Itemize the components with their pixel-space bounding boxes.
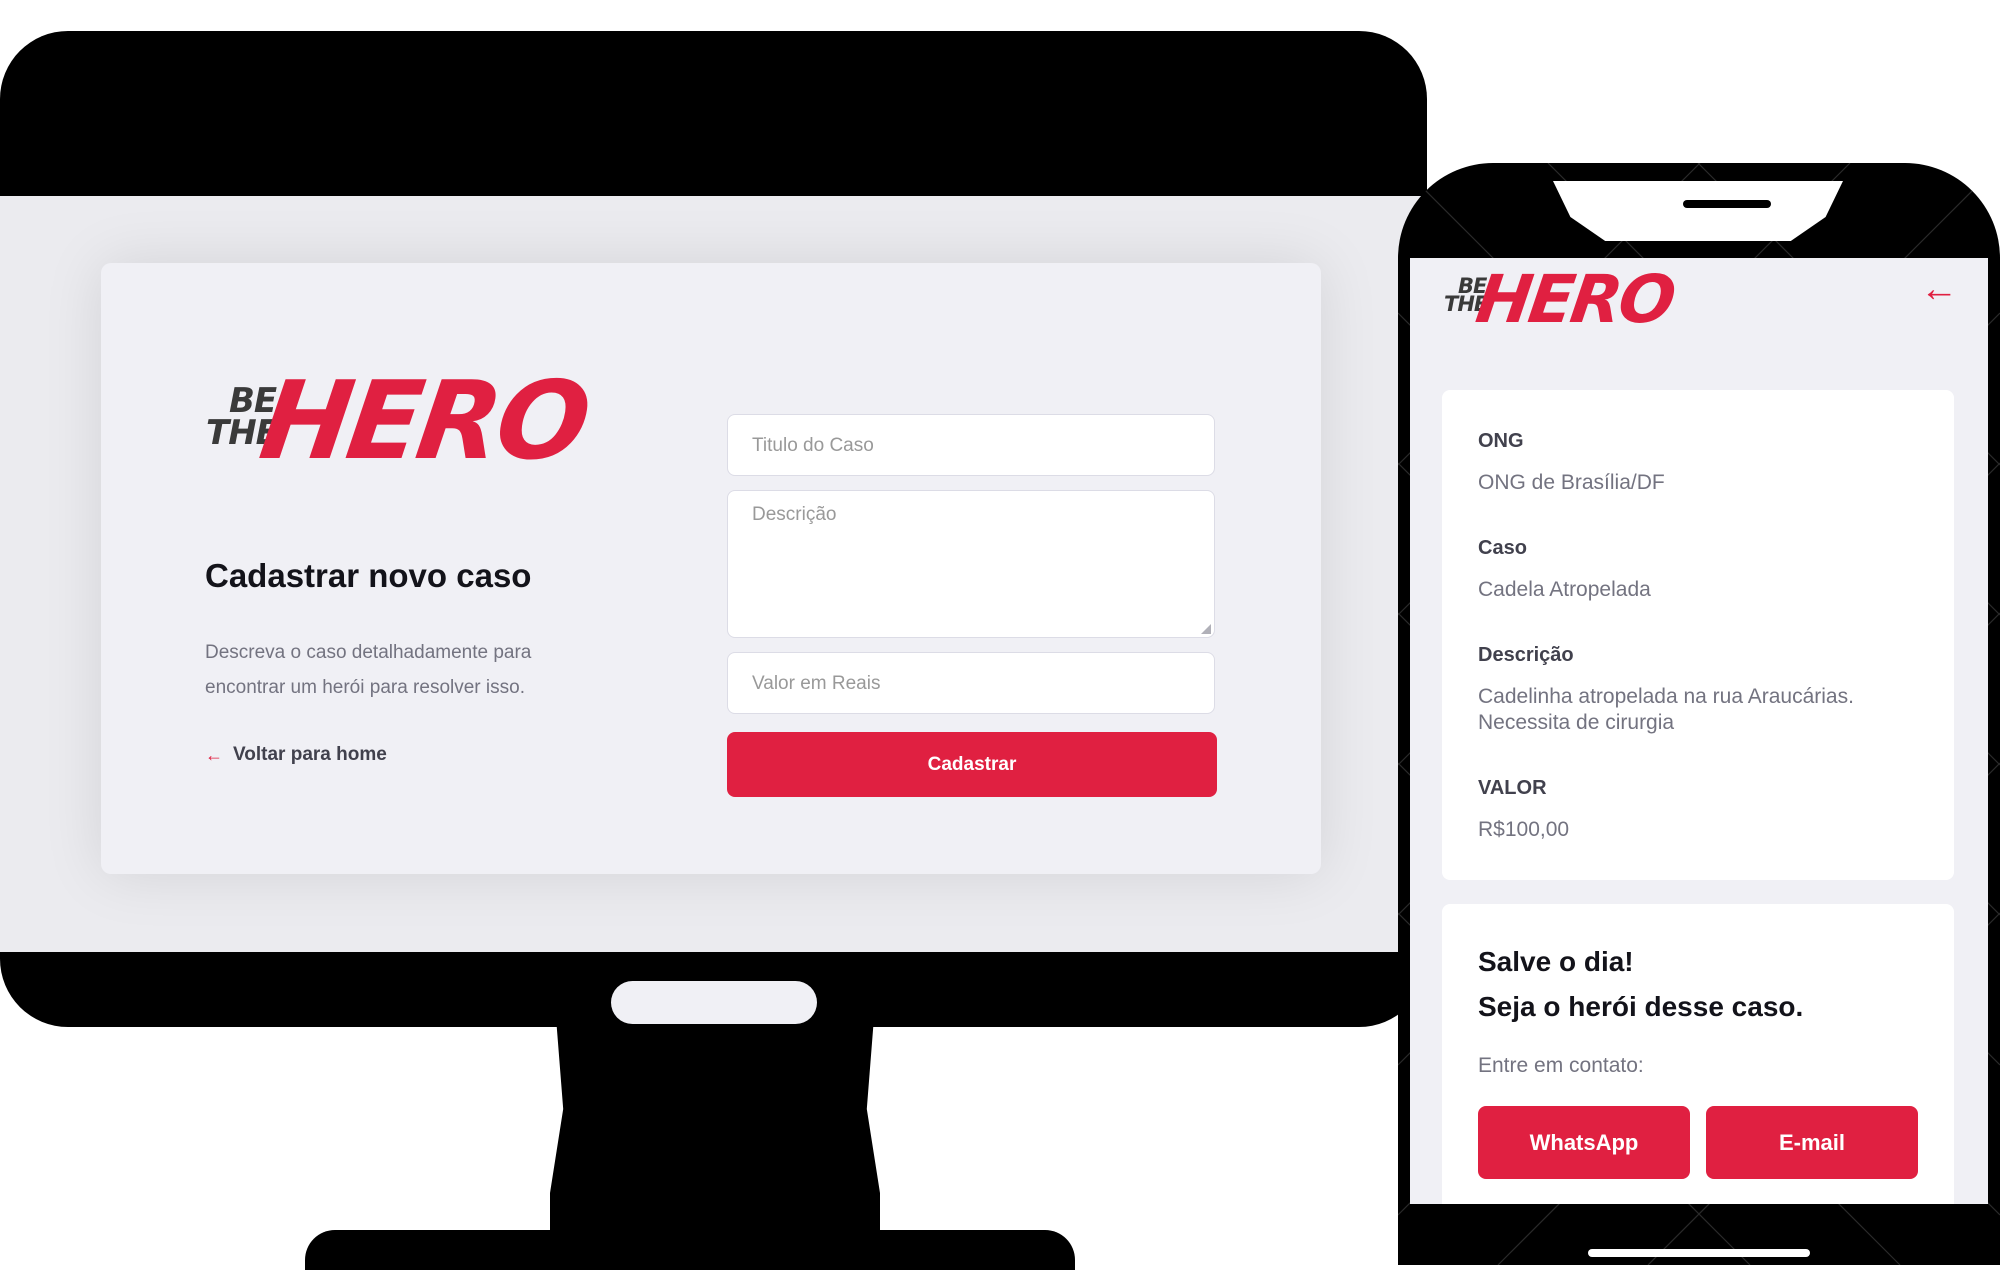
whatsapp-button[interactable]: WhatsApp — [1478, 1106, 1690, 1179]
arrow-left-icon[interactable]: ← — [1920, 268, 1958, 311]
page-description: Descreva o caso detalhadamente para enco… — [205, 642, 532, 698]
monitor-power-button — [611, 981, 817, 1024]
contact-card: Salve o dia! Seja o herói desse caso. En… — [1442, 904, 1954, 1204]
arrow-left-icon: ← — [205, 744, 223, 765]
email-button[interactable]: E-mail — [1706, 1106, 1918, 1179]
description-label: Descrição — [1478, 644, 1574, 666]
case-details-card: ONG ONG de Brasília/DF Caso Cadela Atrop… — [1442, 390, 1954, 880]
case-value-input[interactable]: Valor em Reais — [727, 652, 1215, 714]
case-label: Caso — [1478, 537, 1527, 559]
logo-hero-text: HERO — [253, 359, 594, 484]
phone-speaker — [1683, 200, 1771, 208]
contact-prompt: Entre em contato: — [1478, 1054, 1644, 1077]
phone-notch — [1553, 181, 1843, 241]
monitor-frame: BE THE HERO Cadastrar novo caso Descreva… — [0, 31, 1427, 1027]
back-to-home-link[interactable]: ← Voltar para home — [205, 744, 387, 766]
new-case-card: BE THE HERO Cadastrar novo caso Descreva… — [101, 263, 1321, 874]
submit-case-button[interactable]: Cadastrar — [727, 732, 1217, 797]
contact-headline-1: Salve o dia! — [1478, 946, 1634, 977]
value-label: VALOR — [1478, 777, 1547, 799]
phone: BE THE HERO ← ONG ONG de Brasília/DF Cas… — [1398, 163, 2000, 1265]
be-the-hero-logo: BE THE HERO — [1442, 261, 1678, 338]
back-to-home-label: Voltar para home — [233, 744, 387, 765]
phone-home-indicator — [1588, 1249, 1810, 1257]
be-the-hero-logo: BE THE HERO — [204, 359, 594, 484]
logo-hero-text: HERO — [1471, 261, 1678, 338]
case-value: Cadela Atropelada — [1478, 578, 1651, 601]
monitor-screen: BE THE HERO Cadastrar novo caso Descreva… — [0, 196, 1427, 952]
phone-screen: BE THE HERO ← ONG ONG de Brasília/DF Cas… — [1410, 258, 1988, 1204]
contact-headline-2: Seja o herói desse caso. — [1478, 991, 1804, 1022]
monitor-stand-base — [305, 1230, 1075, 1270]
description-value: Cadelinha atropelada na rua Araucárias. … — [1478, 685, 1854, 734]
monitor-stand-neck — [550, 1025, 880, 1265]
case-description-textarea[interactable]: Descrição — [727, 490, 1215, 638]
case-description-placeholder: Descrição — [752, 504, 837, 525]
page-title: Cadastrar novo caso — [205, 557, 532, 594]
resize-handle-icon[interactable] — [1201, 624, 1211, 634]
value-amount: R$100,00 — [1478, 818, 1570, 841]
ong-label: ONG — [1478, 430, 1524, 452]
case-title-input[interactable]: Titulo do Caso — [727, 414, 1215, 476]
ong-value: ONG de Brasília/DF — [1478, 471, 1665, 494]
